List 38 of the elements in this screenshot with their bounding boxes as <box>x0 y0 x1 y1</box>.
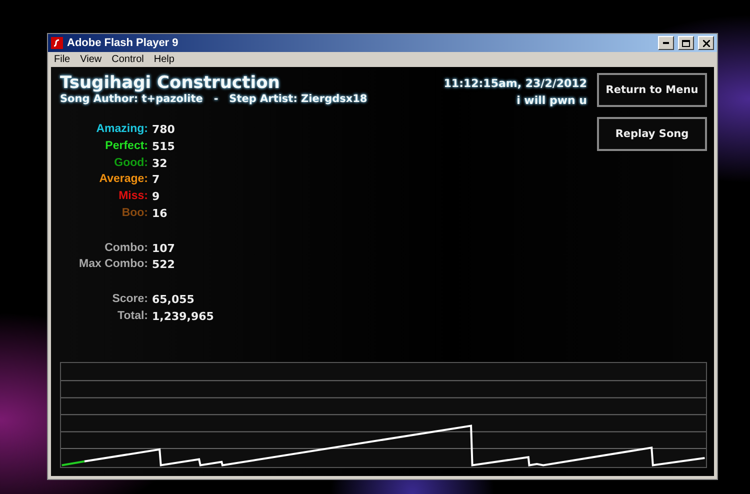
stat-label: Combo: <box>104 242 148 255</box>
player-name: i will pwn u <box>516 94 587 107</box>
song-credits: Song Author: t+pazolite - Step Artist: Ziergdsx18 <box>60 93 368 105</box>
stat-label: Amazing: <box>95 123 148 136</box>
stat-label: Boo: <box>120 206 148 220</box>
stat-label: Good: <box>113 156 148 170</box>
stat-label: Score: <box>111 292 148 306</box>
minimize-icon <box>663 42 669 44</box>
stat-value: 32 <box>152 156 168 170</box>
close-button[interactable] <box>698 36 714 50</box>
window-title: Adobe Flash Player 9 <box>67 37 180 49</box>
stat-label: Max Combo: <box>78 258 148 272</box>
close-icon <box>702 40 710 46</box>
stat-value: 9 <box>152 190 161 204</box>
stat-label: Average: <box>98 173 148 186</box>
menu-button[interactable]: Replay Song <box>597 117 707 151</box>
menu-item[interactable]: Help <box>154 54 174 65</box>
timestamp: 11:12:15am, 23/2/2012 <box>444 77 587 90</box>
menu-item[interactable]: Control <box>112 54 144 65</box>
stat-value: 65,055 <box>152 292 196 306</box>
stat-value: 780 <box>152 123 176 136</box>
stat-value: 1,239,965 <box>152 310 214 323</box>
stat-label: Perfect: <box>104 140 148 153</box>
stat-value: 16 <box>152 206 168 220</box>
stat-value: 522 <box>152 258 176 272</box>
menu-item[interactable]: View <box>80 54 102 65</box>
stat-value: 7 <box>152 173 161 186</box>
flash-logo-icon <box>51 37 63 49</box>
stat-label: Miss: <box>118 190 148 204</box>
menu-item[interactable]: File <box>54 54 70 65</box>
stat-value: 515 <box>152 140 176 153</box>
menu-button[interactable]: Return to Menu <box>597 73 707 107</box>
maximize-icon <box>682 40 690 46</box>
minimize-button[interactable] <box>658 36 674 50</box>
maximize-button[interactable] <box>678 36 694 50</box>
stat-value: 107 <box>152 242 176 255</box>
song-title: Tsugihagi Construction <box>60 73 281 93</box>
stat-label: Total: <box>116 310 148 323</box>
